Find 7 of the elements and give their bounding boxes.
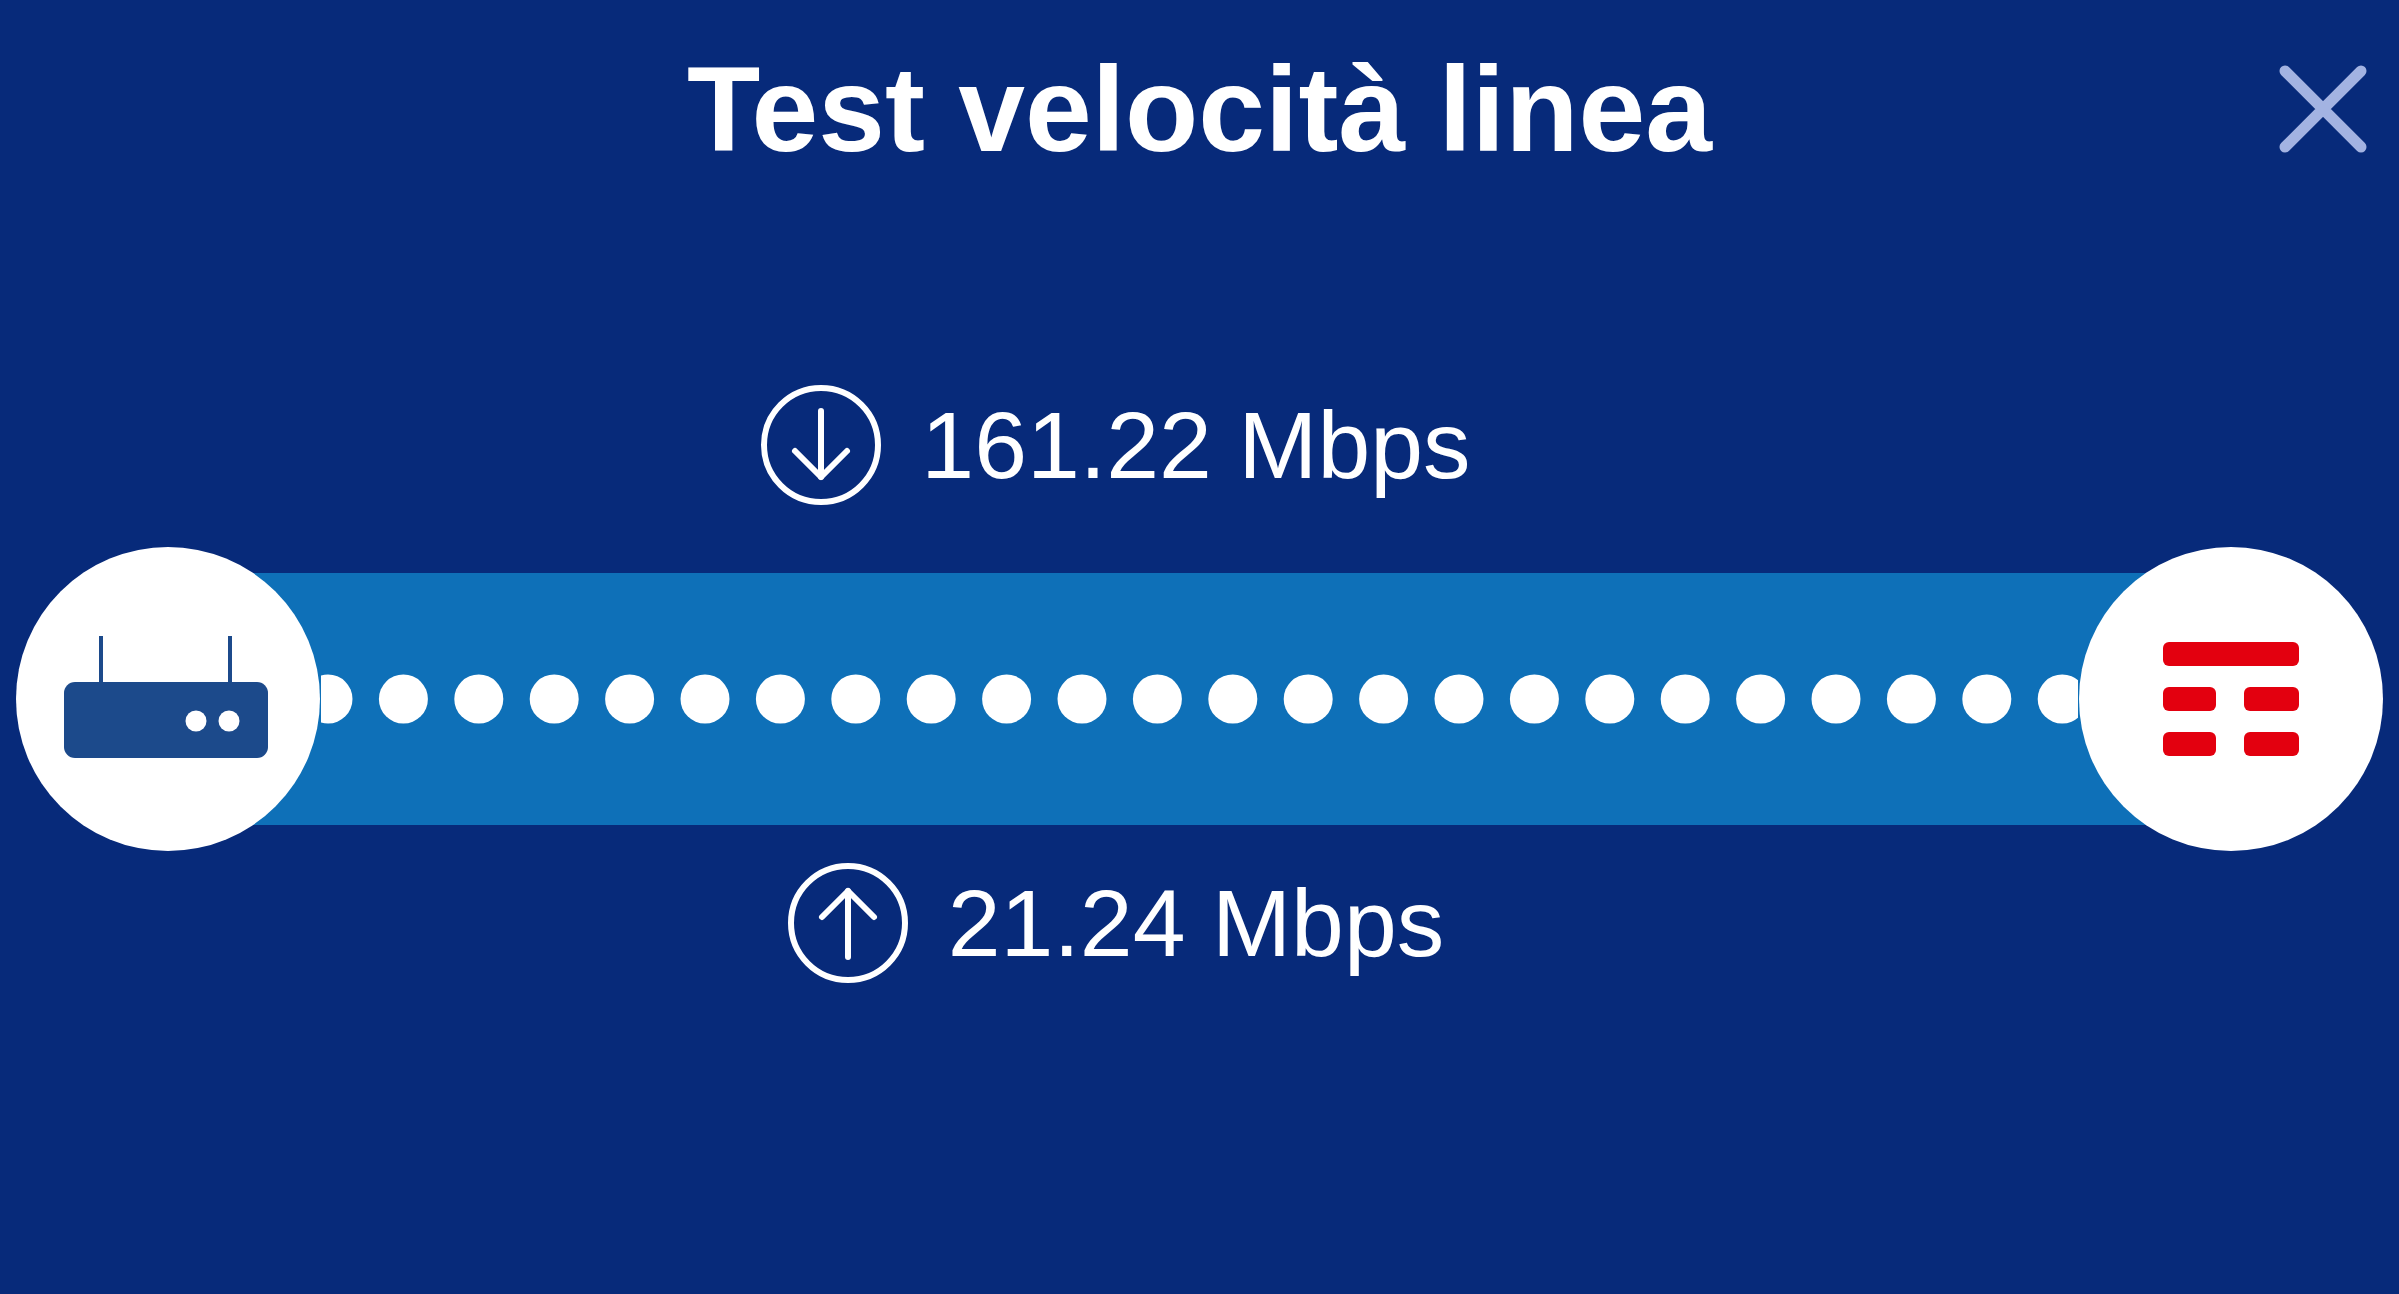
speed-value: 21.24 Mbps [947, 869, 1445, 978]
speed-value: 161.22 Mbps [921, 391, 1471, 500]
page-title: Test velocità linea [687, 41, 1712, 178]
close-icon [2277, 63, 2369, 155]
logo-icon [2078, 546, 2384, 852]
close-button[interactable] [2277, 63, 2369, 155]
router-icon [15, 546, 321, 852]
